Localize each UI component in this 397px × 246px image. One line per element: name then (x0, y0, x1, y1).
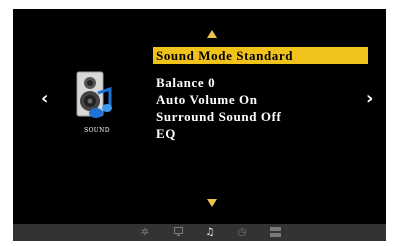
source-label: SOUND (84, 127, 110, 134)
sound-menu-screen: ‹ › SOUND Sound Mode Standard Balance 0 … (13, 9, 386, 224)
clock-icon[interactable]: ◷ (234, 224, 250, 241)
scroll-down-arrow-icon[interactable] (207, 199, 217, 207)
menu-item-eq[interactable]: EQ (153, 125, 368, 142)
sound-settings-menu: Sound Mode Standard Balance 0 Auto Volum… (153, 47, 368, 142)
speaker-music-icon (76, 71, 112, 118)
display-icon[interactable] (170, 224, 186, 241)
menu-item-sound-mode[interactable]: Sound Mode Standard (153, 47, 368, 64)
tv-osd-window: ‹ › SOUND Sound Mode Standard Balance 0 … (13, 9, 386, 241)
scroll-up-arrow-icon[interactable] (207, 30, 217, 38)
category-bar: ✲ ♫ ◷ (13, 224, 386, 241)
music-note-icon[interactable]: ♫ (202, 224, 218, 241)
menu-item-balance[interactable]: Balance 0 (153, 74, 368, 91)
picture-icon[interactable]: ✲ (137, 224, 153, 241)
chevron-left-icon[interactable]: ‹ (41, 89, 48, 109)
settings-icon[interactable] (267, 224, 283, 241)
menu-item-auto-volume[interactable]: Auto Volume On (153, 91, 368, 108)
menu-item-surround-sound[interactable]: Surround Sound Off (153, 108, 368, 125)
